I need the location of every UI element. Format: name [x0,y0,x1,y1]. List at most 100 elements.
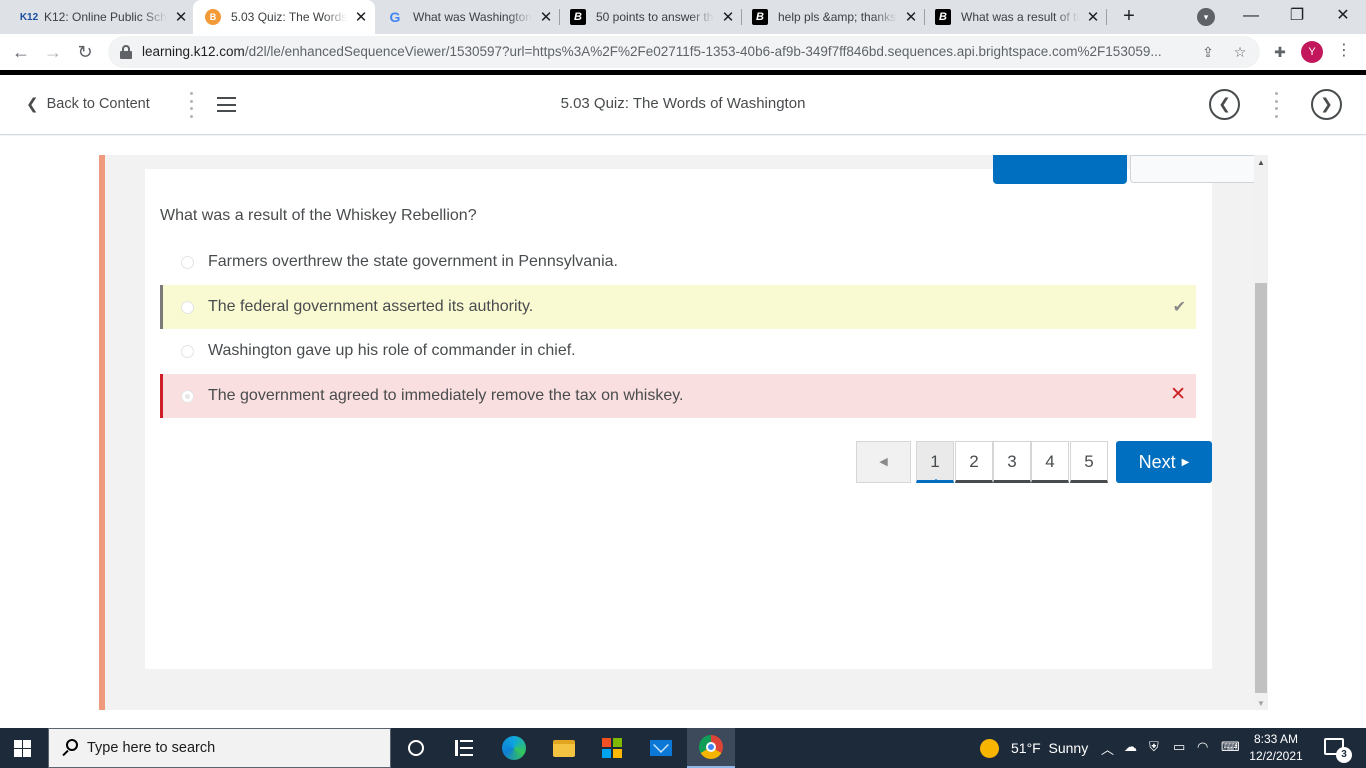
page-button[interactable]: 4 [1031,441,1069,483]
system-clock[interactable]: 8:33 AM 12/2/2021 [1246,731,1306,765]
answer-option-correct[interactable]: The federal government asserted its auth… [160,285,1196,329]
previous-topic-button[interactable]: ❮ [1209,89,1240,120]
tab-search-icon[interactable]: ▾ [1197,8,1215,26]
weather-text: 51°F Sunny [1011,740,1089,756]
panel-accent-bar [99,155,105,710]
close-tab-icon[interactable]: ✕ [897,8,925,26]
brainly-orange-icon: B [205,9,221,25]
brainly-icon: B [935,9,951,25]
answer-radio-selected[interactable] [181,389,194,403]
edge-browser-icon[interactable] [490,728,538,768]
back-arrow-icon[interactable]: ← [8,39,34,65]
tab-title: What was a result of th [961,10,1079,24]
tab-title: 50 points to answer th [596,10,714,24]
window-close-icon[interactable]: ✕ [1320,0,1366,34]
forward-arrow-icon[interactable]: → [40,39,66,65]
sun-icon [980,738,999,758]
wifi-icon[interactable]: ◠ [1197,739,1208,755]
url-domain: learning.k12.com [142,44,245,59]
brainly-icon: B [570,9,586,25]
onedrive-cloud-icon[interactable]: ☁ [1124,739,1137,755]
content-area: What was a result of the Whiskey Rebelli… [0,136,1366,728]
google-icon: G [389,9,401,25]
browser-menu-icon[interactable]: ⋮ [1336,40,1352,60]
chrome-icon[interactable] [687,728,735,768]
task-view-icon[interactable] [440,728,488,768]
answer-radio[interactable] [181,255,194,269]
primary-action-button[interactable] [993,155,1127,184]
previous-page-button[interactable]: ◀ [856,441,911,483]
url-text[interactable]: learning.k12.com/d2l/le/enhancedSequence… [142,44,1182,59]
close-tab-icon[interactable]: ✕ [714,8,742,26]
page-title: 5.03 Quiz: The Words of Washington [560,95,806,112]
page-button-current[interactable]: 1 [916,441,954,483]
file-explorer-icon[interactable] [540,728,588,768]
question-text: What was a result of the Whiskey Rebelli… [160,207,477,224]
answer-option[interactable]: Washington gave up his role of commander… [160,329,1196,373]
share-icon[interactable]: ⇪ [1198,42,1218,62]
tab-separator [1106,9,1107,25]
tray-chevron-up-icon[interactable]: ︿ [1101,739,1114,758]
clock-date: 12/2/2021 [1249,749,1303,763]
browser-tab[interactable]: G What was Washington ✕ [375,0,560,34]
profile-avatar[interactable]: Y [1301,41,1323,63]
weather-widget[interactable]: 51°F Sunny [980,728,1088,768]
lock-icon [120,45,132,59]
close-tab-icon[interactable]: ✕ [167,8,195,26]
tab-title: K12: Online Public Sch [44,10,167,24]
new-tab-button[interactable]: + [1117,5,1141,29]
k12-logo-icon: K12 [19,11,39,23]
scrollbar[interactable]: ▲ ▼ [1254,155,1268,710]
taskbar-search-box[interactable]: Type here to search [48,728,391,768]
search-placeholder: Type here to search [87,740,216,756]
browser-tab[interactable]: B help pls &amp; thanks ✕ [740,0,925,34]
browser-tab[interactable]: K12 K12: Online Public Sch ✕ [0,0,195,34]
close-tab-icon[interactable]: ✕ [532,8,560,26]
minimize-icon[interactable]: — [1228,0,1274,34]
answer-option-incorrect[interactable]: The government agreed to immediately rem… [160,374,1196,418]
page-button[interactable]: 2 [955,441,993,483]
answer-radio[interactable] [181,300,194,314]
windows-start-icon[interactable] [14,740,31,757]
microsoft-store-icon[interactable] [588,728,636,768]
browser-tab[interactable]: B What was a result of th ✕ [923,0,1107,34]
restore-icon[interactable]: ❐ [1274,0,1320,34]
close-tab-icon[interactable]: ✕ [1079,8,1107,26]
reload-icon[interactable]: ↻ [72,39,98,65]
answer-radio[interactable] [181,344,194,358]
next-topic-button[interactable]: ❯ [1311,89,1342,120]
search-icon [61,738,81,758]
bookmark-star-icon[interactable]: ☆ [1230,42,1250,62]
secondary-action-button[interactable] [1130,155,1258,183]
tab-title: 5.03 Quiz: The Words o [231,10,347,24]
play-triangle-icon: ▶ [1181,456,1190,468]
extensions-puzzle-icon[interactable]: ✚ [1270,42,1290,62]
keyboard-icon[interactable]: ⌨ [1221,739,1240,755]
next-button[interactable]: Next ▶ [1116,441,1212,483]
close-tab-icon[interactable]: ✕ [347,8,375,26]
browser-tab[interactable]: B 50 points to answer th ✕ [558,0,742,34]
answer-option[interactable]: Farmers overthrew the state government i… [160,240,1196,284]
security-icon[interactable]: ⛨ [1149,739,1159,755]
battery-icon[interactable]: ▭ [1173,739,1185,755]
scroll-up-arrow-icon[interactable]: ▲ [1254,158,1268,167]
address-bar[interactable]: learning.k12.com/d2l/le/enhancedSequence… [108,36,1260,68]
windows-taskbar: Type here to search 51°F Sunny ︿ ☁ ⛨ ▭ ◠… [0,728,1366,768]
tab-title: What was Washington [413,10,532,24]
url-path: /d2l/le/enhancedSequenceViewer/1530597?u… [244,44,1162,59]
scroll-down-arrow-icon[interactable]: ▼ [1254,699,1268,708]
page-button[interactable]: 5 [1070,441,1108,483]
answer-text: Washington gave up his role of commander… [208,342,576,359]
lms-header: ❮ Back to Content 5.03 Quiz: The Words o… [0,75,1366,135]
mail-icon[interactable] [637,728,685,768]
clock-time: 8:33 AM [1253,732,1299,746]
page-button[interactable]: 3 [993,441,1031,483]
browser-tab-active[interactable]: B 5.03 Quiz: The Words o ✕ [193,0,375,34]
quiz-panel: What was a result of the Whiskey Rebelli… [99,155,1268,710]
next-button-label: Next [1138,451,1176,472]
cortana-icon[interactable] [392,728,440,768]
question-card: What was a result of the Whiskey Rebelli… [145,155,1258,669]
answer-text: The government agreed to immediately rem… [208,387,684,404]
scrollbar-thumb[interactable] [1255,283,1267,693]
divider-dots [1273,92,1279,118]
